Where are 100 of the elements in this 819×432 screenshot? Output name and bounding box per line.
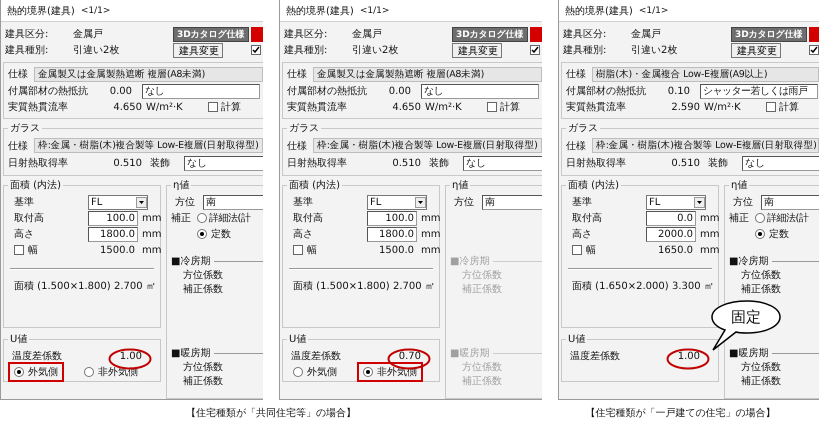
- base-dropdown[interactable]: FL: [367, 194, 427, 210]
- section-heading: ■暖房期: [729, 346, 768, 360]
- unit-label: W/m²·K: [146, 102, 184, 112]
- radio-button[interactable]: [197, 229, 207, 239]
- decoration-field[interactable]: なし: [184, 156, 263, 170]
- radio-option[interactable]: 外気側: [287, 362, 343, 382]
- checkbox[interactable]: [530, 45, 540, 55]
- checkbox[interactable]: [572, 245, 582, 255]
- unit-label: mm: [700, 244, 720, 256]
- base-dropdown[interactable]: FL: [88, 194, 148, 210]
- field-label: 建具種別:: [5, 44, 50, 57]
- radio-option[interactable]: 詳細法(計: [753, 209, 810, 227]
- catalog-button[interactable]: 3Dカタログ仕様: [173, 26, 249, 42]
- catalog-button[interactable]: 3Dカタログ仕様: [452, 26, 528, 42]
- base-dropdown[interactable]: FL: [646, 194, 706, 210]
- radio-option[interactable]: 定数: [753, 225, 791, 243]
- field-value: 4.650: [112, 102, 142, 112]
- field-label: 方位係数: [741, 360, 781, 374]
- dimension-field[interactable]: 100.0: [88, 210, 138, 226]
- dropdown-value: FL: [91, 196, 102, 208]
- decoration-field[interactable]: なし: [463, 156, 542, 170]
- direction-field[interactable]: 南: [761, 194, 819, 210]
- figure-caption: 【住宅種類が「一戸建ての住宅」の場合】: [586, 406, 776, 420]
- radio-button[interactable]: [293, 367, 303, 377]
- field-label: 補正係数: [741, 282, 781, 296]
- field-label: 仕様: [287, 68, 308, 81]
- field-label: 方位: [174, 196, 196, 209]
- coefficient-value: 1.00: [118, 350, 142, 362]
- field-value: 引違い2枚: [73, 44, 120, 57]
- spec-field[interactable]: 金属製又は金属製熱遮断 複層(A8未満): [34, 66, 263, 82]
- direction-field[interactable]: 南: [203, 194, 263, 210]
- spec-field[interactable]: 金属製又は金属製熱遮断 複層(A8未満): [313, 66, 542, 82]
- radio-label: 外気側: [307, 366, 337, 379]
- unit-label: ㎡: [425, 280, 435, 293]
- change-door-button[interactable]: 建具変更: [173, 42, 223, 58]
- radio-button[interactable]: [755, 229, 765, 239]
- field-label: 日射熱取得率: [287, 156, 348, 170]
- checkbox[interactable]: [251, 45, 261, 55]
- dimension-field[interactable]: 100.0: [367, 210, 417, 226]
- radio-button[interactable]: [84, 367, 94, 377]
- direction-field[interactable]: 南: [482, 194, 542, 210]
- radio-button[interactable]: [363, 367, 373, 377]
- dimension-field[interactable]: 2000.0: [646, 226, 696, 242]
- checkbox[interactable]: [487, 102, 497, 112]
- radio-option[interactable]: 外気側: [8, 362, 64, 382]
- coefficient-value: 1.00: [676, 350, 700, 362]
- unit-label: mm: [700, 228, 720, 240]
- accessory-field[interactable]: シャッター若しくは雨戸: [700, 84, 818, 98]
- group-label: 面積 (内法): [567, 178, 620, 192]
- spec-field[interactable]: 枠:金属・樹脂(木)複合製等 Low-E複層(日射取得型): [592, 138, 819, 153]
- unit-label: ㎡: [704, 280, 714, 293]
- field-label: 取付高: [13, 212, 45, 225]
- group-label: 面積 (内法): [9, 178, 62, 192]
- field-label: 温度差係数: [569, 350, 621, 363]
- field-value: 金属戸: [73, 28, 104, 41]
- change-door-button[interactable]: 建具変更: [452, 42, 502, 58]
- checkbox-label: 計算: [500, 100, 520, 114]
- radio-button[interactable]: [14, 367, 24, 377]
- field-label: 実質熱貫流率: [566, 100, 627, 114]
- radio-button[interactable]: [755, 213, 765, 223]
- field-label: 装飾: [708, 156, 729, 170]
- field-label: 装飾: [429, 156, 450, 170]
- catalog-button[interactable]: 3Dカタログ仕様: [731, 26, 807, 42]
- field-label: 補正: [171, 212, 191, 225]
- field-value: 0.00: [388, 86, 411, 96]
- checkbox[interactable]: [766, 102, 776, 112]
- field-label: 仕様: [566, 68, 587, 81]
- accessory-field[interactable]: なし: [421, 84, 539, 98]
- field-value: 1650.0: [657, 244, 694, 256]
- field-label: 温度差係数: [290, 350, 342, 363]
- radio-option[interactable]: 定数: [195, 225, 233, 243]
- dimension-field[interactable]: 1800.0: [88, 226, 138, 242]
- checkbox-label: 計算: [779, 100, 799, 114]
- decoration-field[interactable]: なし: [742, 156, 819, 170]
- field-label: 付属部材の熱抵抗: [8, 84, 89, 98]
- change-door-button[interactable]: 建具変更: [731, 42, 781, 58]
- dimension-field[interactable]: 0.0: [646, 210, 696, 226]
- spec-field[interactable]: 枠:金属・樹脂(木)複合製等 Low-E複層(日射取得型): [34, 138, 263, 153]
- checkbox[interactable]: [14, 245, 24, 255]
- group-label: ガラス: [288, 122, 320, 135]
- radio-option[interactable]: 詳細法(計: [195, 209, 252, 227]
- checkbox[interactable]: [208, 102, 218, 112]
- field-label: 補正係数: [183, 374, 223, 388]
- checkbox[interactable]: [293, 245, 303, 255]
- field-label: 方位係数: [183, 360, 223, 374]
- spec-field[interactable]: 樹脂(木)・金属複合 Low-E複層(A9以上): [592, 66, 819, 82]
- group-label: U値: [288, 333, 308, 346]
- radio-button[interactable]: [197, 213, 207, 223]
- field-label: 面積 (1.500×1.800): [292, 280, 389, 293]
- field-value: 引違い2枚: [352, 44, 400, 57]
- field-label: 高さ: [13, 228, 35, 241]
- field-label: 方位係数: [462, 360, 502, 374]
- field-label: 高さ: [292, 228, 314, 241]
- dimension-field[interactable]: 1800.0: [367, 226, 417, 242]
- spec-field[interactable]: 枠:金属・樹脂(木)複合製等 Low-E複層(日射取得型): [313, 138, 542, 153]
- accessory-field[interactable]: なし: [142, 84, 260, 98]
- field-label: 基準: [571, 196, 593, 209]
- field-label: 取付高: [571, 212, 603, 225]
- checkbox[interactable]: [809, 45, 819, 55]
- field-value: 2.700: [393, 280, 421, 292]
